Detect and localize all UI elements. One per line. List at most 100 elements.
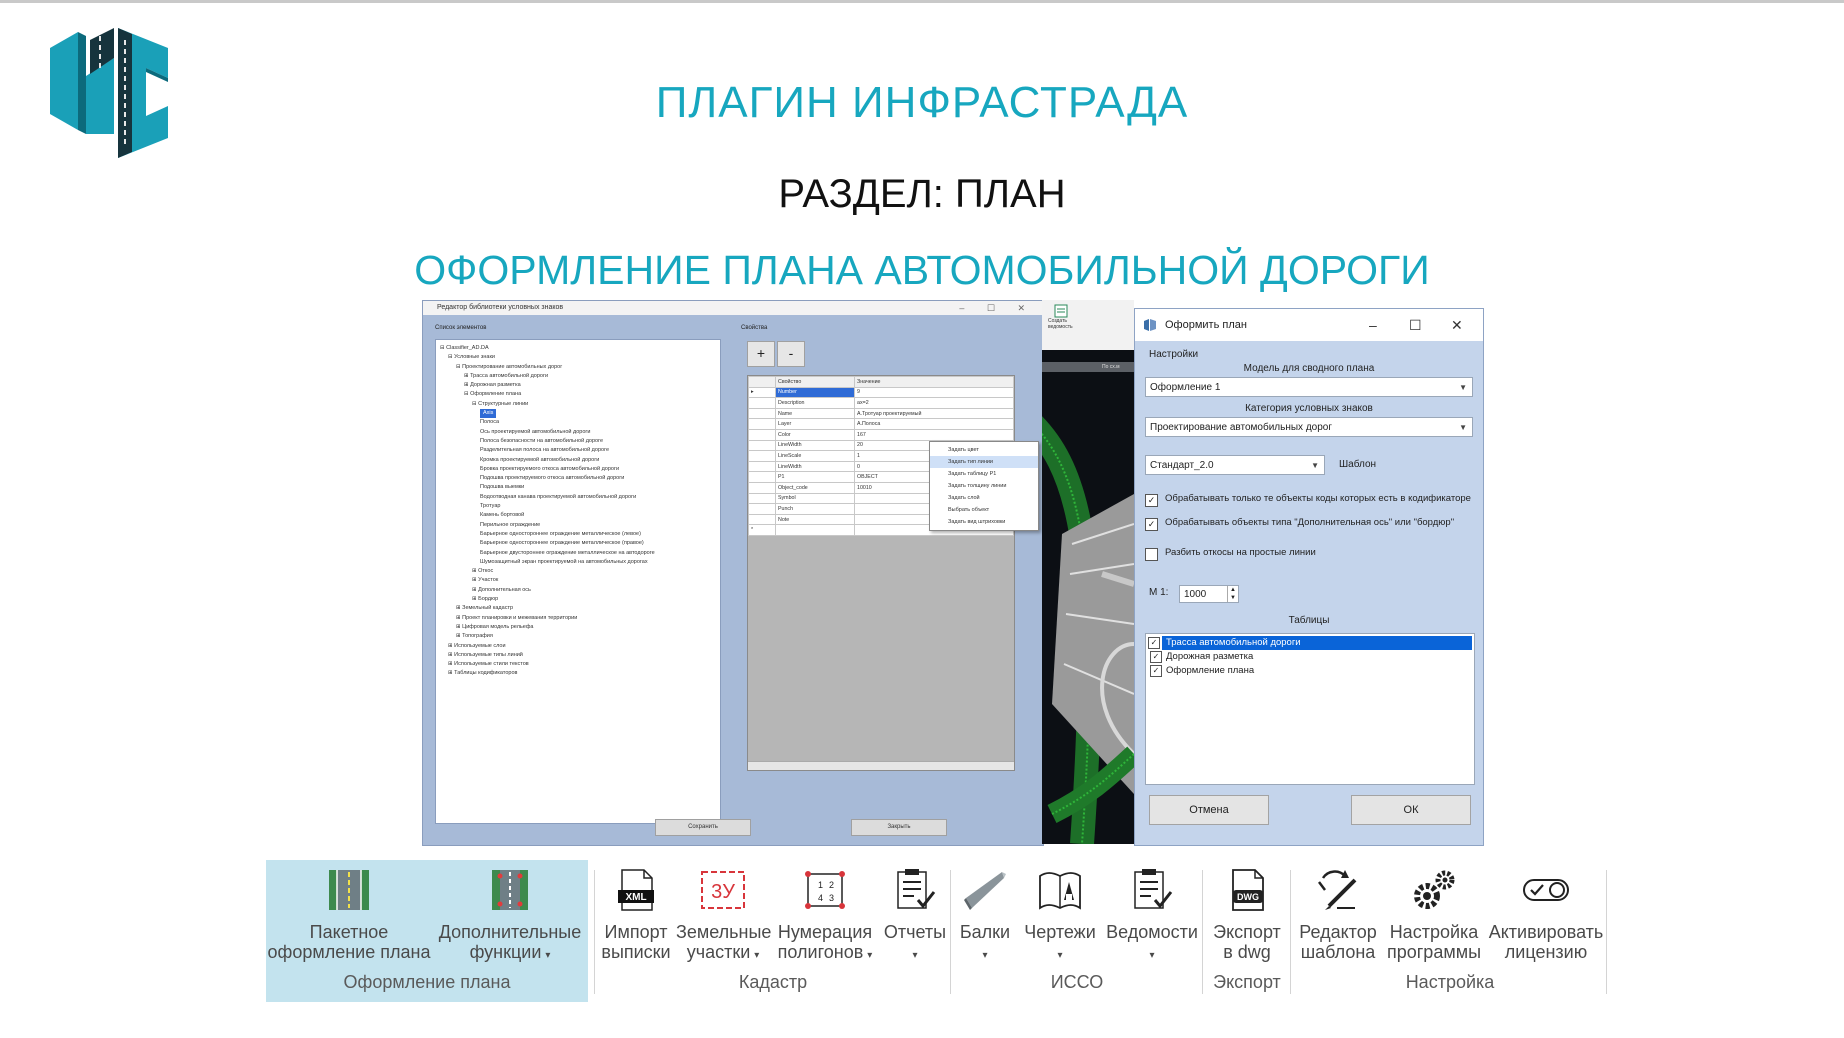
checkbox-checked-icon[interactable]: ✓ [1145, 494, 1158, 507]
tables-list[interactable]: ✓ Трасса автомобильной дороги ✓ Дорожная ра… [1145, 633, 1475, 785]
tree-node[interactable]: Бровка проектируемого откоса автомобильн… [440, 465, 720, 474]
tree-node[interactable]: Кромка проектируемой автомобильной дорог… [440, 456, 720, 465]
ribbon-button-template-editor[interactable]: Редактор шаблона [1292, 868, 1384, 962]
close-button[interactable]: Закрыть [851, 819, 947, 836]
context-menu-item[interactable]: Задать таблицу Р1 [930, 468, 1038, 480]
cad-viewport[interactable]: Создать ведомость По сх.м [1042, 300, 1134, 844]
ribbon-button-batch-plan[interactable]: Пакетное оформление плана [266, 868, 432, 962]
tree-node[interactable]: Барьерное двустороннее ограждение металл… [440, 549, 720, 558]
tree-node[interactable]: Барьерное одностороннее ограждение метал… [440, 539, 720, 548]
checkbox-checked-icon[interactable]: ✓ [1145, 518, 1158, 531]
tree-node[interactable]: ⊟ Оформление плана [440, 390, 720, 399]
context-menu-item[interactable]: Задать цвет [930, 444, 1038, 456]
tree-node[interactable]: ⊟ Структурные линии [440, 400, 720, 409]
tree-node[interactable]: Подошва проектируемого откоса автомобиль… [440, 474, 720, 483]
scale-input[interactable]: 1000 ▲ ▼ [1179, 585, 1239, 603]
ribbon-button-statements[interactable]: Ведомости ▾ [1102, 868, 1202, 966]
tree-node[interactable]: Перильное ограждение [440, 521, 720, 530]
ribbon-button-program-settings[interactable]: Настройка программы [1384, 868, 1484, 962]
ribbon-button-reports[interactable]: Отчеты ▾ [880, 868, 950, 966]
category-select[interactable]: Проектирование автомобильных дорог ▼ [1145, 417, 1473, 437]
tree-node[interactable]: Тротуар [440, 502, 720, 511]
tree-node[interactable]: ⊞ Проект планировки и межевания территор… [440, 614, 720, 623]
dropdown-arrow-icon[interactable]: ▾ [754, 950, 759, 961]
tree-node[interactable]: Шумозащитный экран проектируемой на авто… [440, 558, 720, 567]
table-list-item[interactable]: ✓ Трасса автомобильной дороги [1148, 636, 1472, 650]
tree-node[interactable]: Водоотводная канава проектируемой автомо… [440, 493, 720, 502]
tree-node[interactable]: Камень бортовой [440, 511, 720, 520]
context-menu-item[interactable]: Задать тип линии [930, 456, 1038, 468]
table-list-item[interactable]: ✓ Оформление плана [1146, 664, 1474, 678]
context-menu-item[interactable]: Задать слой [930, 492, 1038, 504]
tree-node[interactable]: Барьерное одностороннее ограждение метал… [440, 530, 720, 539]
tree-node[interactable]: ⊞ Дорожная разметка [440, 381, 720, 390]
ribbon-button-export-dwg[interactable]: DWG Экспорт в dwg [1204, 868, 1290, 962]
tree-node[interactable]: ⊟ Условные знаки [440, 353, 720, 362]
tree-node[interactable]: Разделительная полоса на автомобильной д… [440, 446, 720, 455]
cancel-button[interactable]: Отмена [1149, 795, 1269, 825]
ribbon-button-polygon-numbering[interactable]: 1 2 4 3 Нумерация полигонов ▾ [770, 868, 880, 966]
properties-grid[interactable]: Свойство Значение ▸ Number 9 Description ax=… [747, 375, 1015, 771]
tree-node[interactable]: ⊞ Земельный кадастр [440, 604, 720, 613]
tree-node[interactable]: Подошва выемки [440, 483, 720, 492]
property-row[interactable]: Name А.Тротуар проектируемый [748, 407, 1014, 420]
tree-node[interactable]: ⊞ Используемые стили текстов [440, 660, 720, 669]
ribbon-button-beams[interactable]: Балки ▾ [952, 868, 1018, 966]
dropdown-arrow-icon[interactable]: ▾ [912, 950, 917, 961]
property-row[interactable]: Description ax=2 [748, 397, 1014, 409]
template-select[interactable]: Стандарт_2.0 ▼ [1145, 455, 1325, 475]
property-value[interactable]: А.Полоса [854, 418, 1014, 430]
tree-node[interactable]: ⊞ Дополнительная ось [440, 586, 720, 595]
tree-node[interactable]: ⊟ Проектирование автомобильных дорог [440, 363, 720, 372]
option-checkbox[interactable]: Разбить откосы на простые линии [1145, 547, 1473, 561]
tree-node[interactable]: ⊞ Таблицы кодификаторов [440, 669, 720, 678]
ribbon-button-land-plots[interactable]: 3У Земельные участки ▾ [676, 868, 771, 966]
save-button[interactable]: Сохранить [655, 819, 751, 836]
dialog-close-button[interactable]: ✕ [1451, 309, 1463, 341]
remove-property-button[interactable]: - [777, 341, 805, 367]
ribbon-button-extra-functions[interactable]: Дополнительные функции ▾ [432, 868, 588, 966]
dropdown-arrow-icon[interactable]: ▾ [982, 950, 987, 961]
property-value[interactable]: А.Тротуар проектируемый [854, 407, 1014, 420]
tree-node[interactable]: ⊞ Участок [440, 576, 720, 585]
ribbon-button-activate-license[interactable]: Активировать лицензию [1484, 868, 1608, 962]
tree-node[interactable]: ⊞ Используемые слои [440, 642, 720, 651]
dropdown-arrow-icon[interactable]: ▾ [1149, 950, 1154, 961]
dropdown-arrow-icon[interactable]: ▾ [545, 950, 550, 961]
option-checkbox[interactable]: ✓ Обрабатывать объекты типа "Дополнительн… [1145, 517, 1473, 531]
ribbon-button-drawings[interactable]: Чертежи ▾ [1018, 868, 1102, 966]
context-menu-item[interactable]: Задать толщину линии [930, 480, 1038, 492]
model-select[interactable]: Оформление 1 ▼ [1145, 377, 1473, 397]
tree-node[interactable]: Полоса [440, 418, 720, 427]
property-value[interactable]: 9 [854, 386, 1014, 399]
tree-node[interactable]: ⊞ Цифровая модель рельефа [440, 623, 720, 632]
property-row[interactable]: Color 167 [748, 428, 1014, 441]
checkbox-empty-icon[interactable] [1145, 548, 1158, 561]
tree-node[interactable]: Полоса безопасности на автомобильной дор… [440, 437, 720, 446]
tree-node[interactable]: ⊞ Трасса автомобильной дороги [440, 372, 720, 381]
library-editor-window-buttons[interactable]: – ☐ ✕ [959, 301, 1035, 315]
maximize-button[interactable]: ☐ [1409, 309, 1422, 341]
property-value[interactable]: ax=2 [854, 397, 1014, 409]
checkbox-checked-icon[interactable]: ✓ [1148, 637, 1160, 649]
context-menu-item[interactable]: Задать вид штриховки [930, 516, 1038, 528]
ribbon-button-import-extract[interactable]: XML Импорт выписки [596, 868, 676, 962]
elements-tree[interactable]: ⊟ Classifier_AD.DA ⊟ Условные знаки ⊟ Прое… [435, 339, 721, 824]
grid-horizontal-scrollbar[interactable] [748, 761, 1014, 770]
context-menu-item[interactable]: Выбрать объект [930, 504, 1038, 516]
spinner-arrows-icon[interactable]: ▲ ▼ [1227, 586, 1238, 602]
property-value[interactable]: 167 [854, 428, 1014, 441]
tree-node[interactable]: ⊞ Откос [440, 567, 720, 576]
tree-node[interactable]: Ось проектируемой автомобильной дороги [440, 428, 720, 437]
property-row[interactable]: Layer А.Полоса [748, 418, 1014, 430]
add-property-button[interactable]: + [747, 341, 775, 367]
checkbox-checked-icon[interactable]: ✓ [1150, 665, 1162, 677]
tree-node[interactable]: ⊞ Топография [440, 632, 720, 641]
tree-node[interactable]: Axis [440, 409, 720, 419]
tree-node[interactable]: ⊟ Classifier_AD.DA [440, 344, 720, 353]
option-checkbox[interactable]: ✓ Обрабатывать только те объекты коды кот… [1145, 493, 1473, 507]
dropdown-arrow-icon[interactable]: ▾ [1057, 950, 1062, 961]
cad-tab[interactable]: По сх.м [1042, 362, 1134, 372]
table-list-item[interactable]: ✓ Дорожная разметка [1146, 650, 1474, 664]
ok-button[interactable]: ОК [1351, 795, 1471, 825]
